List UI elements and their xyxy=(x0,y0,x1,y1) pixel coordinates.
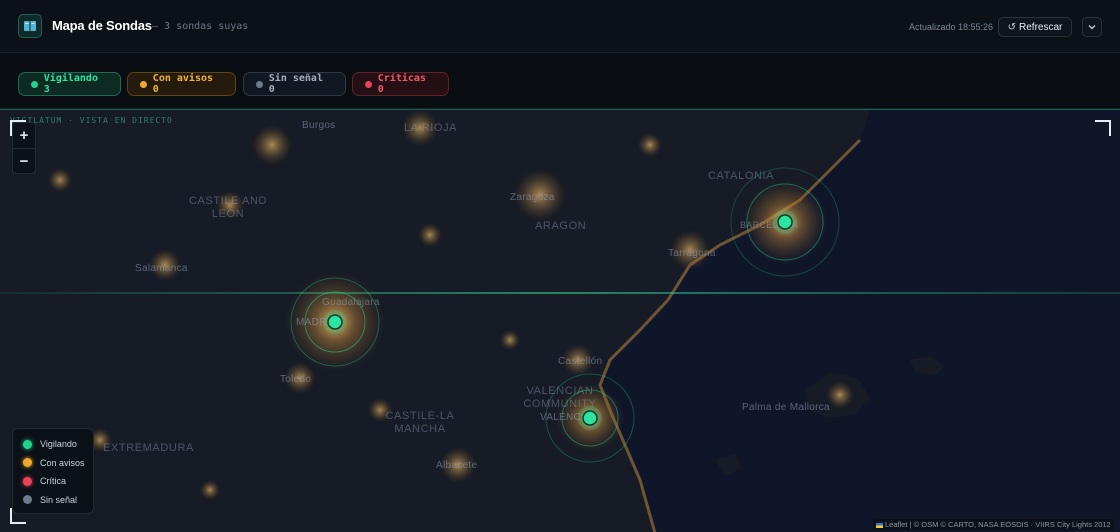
place-label: Zaragoza xyxy=(510,192,555,203)
filter-chip-criticas[interactable]: Críticas 0 xyxy=(352,72,449,96)
region-label: ARAGON xyxy=(535,220,587,232)
map-attribution: Leaflet | © OSM © CARTO, NASA EOSDIS · V… xyxy=(873,519,1114,530)
legend-item-critica: Crítica xyxy=(23,472,93,491)
map-legend: Vigilando Con avisos Crítica Sin señal xyxy=(12,428,94,514)
region-label: CASTILE-LA MANCHA xyxy=(385,410,455,435)
chip-label: Críticas 0 xyxy=(377,73,426,95)
legend-item-sin-senal: Sin señal xyxy=(23,491,93,510)
probe-count-subtitle: — 3 sondas suyas xyxy=(152,21,249,32)
refresh-icon: ↺ xyxy=(1007,21,1017,33)
chip-label: Vigilando 3 xyxy=(43,73,98,95)
place-label: Castellón xyxy=(558,356,603,367)
probe-marker-barcelona[interactable] xyxy=(730,167,840,277)
place-label: Toledo xyxy=(280,374,312,385)
zoom-out-button[interactable]: − xyxy=(13,149,35,174)
status-dot-icon xyxy=(365,80,372,88)
status-dot-icon xyxy=(256,80,263,88)
chip-label: Sin señal 0 xyxy=(268,73,323,95)
legend-item-vigilando: Vigilando xyxy=(23,435,93,454)
refresh-button[interactable]: ↺ Refrescar xyxy=(998,17,1072,37)
frame-corner xyxy=(10,120,26,136)
status-dot-icon xyxy=(140,80,147,88)
status-dot-icon xyxy=(23,495,32,505)
refresh-button-label: Refrescar xyxy=(1019,21,1063,33)
probe-marker-madrid[interactable] xyxy=(290,277,380,367)
place-label: Palma de Mallorca xyxy=(742,402,830,413)
region-label: CASTILE AND LEÓN xyxy=(188,195,268,220)
app-header: Mapa de Sondas — 3 sondas suyas Actualiz… xyxy=(0,0,1120,53)
probe-map[interactable]: Burgos LA RIOJA CASTILE AND LEÓN CATALON… xyxy=(0,109,1120,532)
night-lights-basemap xyxy=(0,110,1120,532)
legend-label: Vigilando xyxy=(40,439,77,450)
place-label: Albacete xyxy=(436,460,478,471)
place-label: Salamanca xyxy=(135,263,188,274)
region-label: LA RIOJA xyxy=(404,122,458,134)
last-updated-timestamp: Actualizado 18:55:26 xyxy=(909,22,994,32)
scan-sweep-line xyxy=(0,292,1120,294)
chevron-down-icon xyxy=(1088,25,1096,30)
options-dropdown-button[interactable] xyxy=(1082,17,1102,37)
filter-chip-con-avisos[interactable]: Con avisos 0 xyxy=(127,72,236,96)
legend-label: Crítica xyxy=(40,476,67,487)
legend-item-con-avisos: Con avisos xyxy=(23,454,93,473)
place-label: Burgos xyxy=(302,120,336,131)
probe-marker-valencia[interactable] xyxy=(545,373,635,463)
flag-icon xyxy=(876,522,883,528)
filter-chip-vigilando[interactable]: Vigilando 3 xyxy=(18,72,121,96)
page-title: Mapa de Sondas xyxy=(52,18,152,33)
legend-label: Con avisos xyxy=(40,457,85,468)
status-dot-icon xyxy=(23,439,32,449)
legend-label: Sin señal xyxy=(40,494,78,505)
place-label: Tarragona xyxy=(668,248,716,259)
attribution-text[interactable]: Leaflet | © OSM © CARTO, NASA EOSDIS · V… xyxy=(885,520,1111,529)
region-label: EXTREMADURA xyxy=(103,442,194,454)
status-filter-bar: Vigilando 3 Con avisos 0 Sin señal 0 Crí… xyxy=(0,53,1120,109)
status-dot-icon xyxy=(23,476,32,486)
status-dot-icon xyxy=(31,80,38,88)
map-book-icon xyxy=(18,14,42,38)
filter-chip-sin-senal[interactable]: Sin señal 0 xyxy=(243,72,346,96)
status-dot-icon xyxy=(23,458,32,468)
chip-label: Con avisos 0 xyxy=(152,73,214,95)
frame-corner xyxy=(1095,120,1111,136)
